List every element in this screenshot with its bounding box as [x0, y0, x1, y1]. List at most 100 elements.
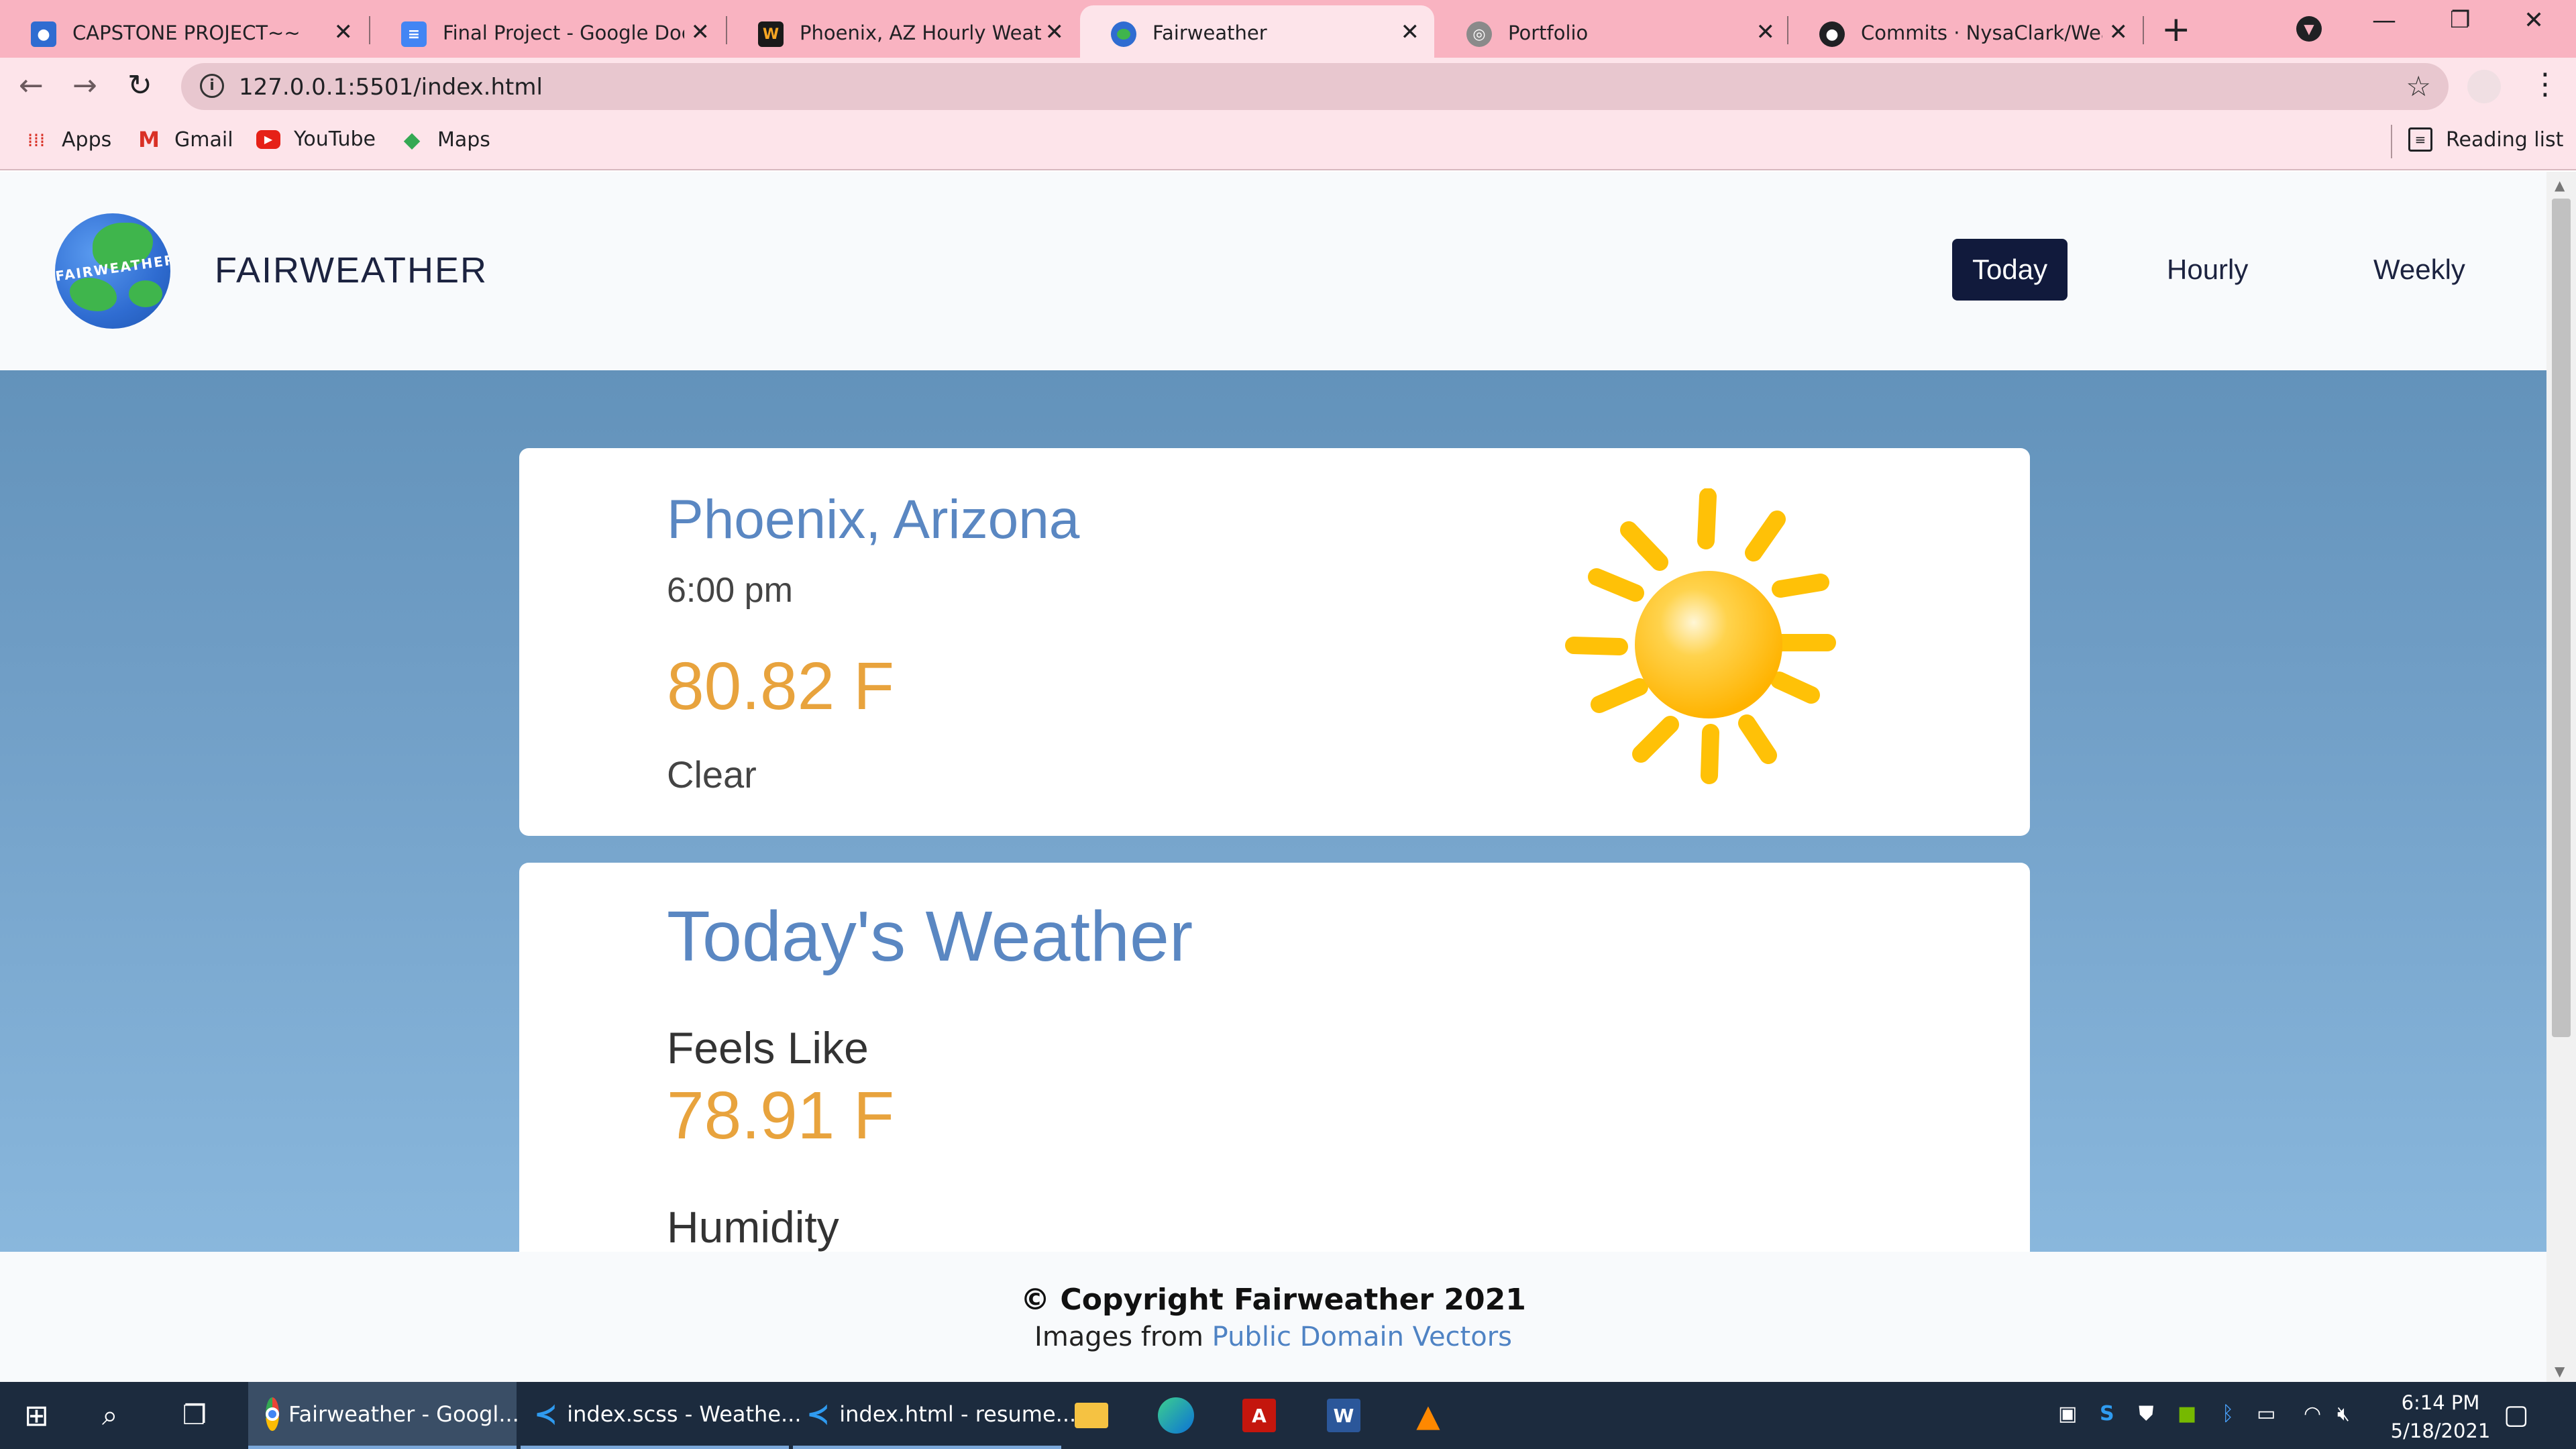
window-close-icon[interactable]: ✕ — [2524, 7, 2544, 34]
tray-skype-icon[interactable]: S — [2100, 1402, 2114, 1426]
clock-time: 6:14 PM — [2401, 1391, 2480, 1414]
taskbar-app-vscode-scss[interactable]: ≺ index.scss - Weathe... — [521, 1382, 802, 1449]
start-button[interactable]: ⊞ — [24, 1382, 49, 1449]
tray-bluetooth-icon[interactable]: ᛒ — [2222, 1402, 2234, 1426]
taskbar-app-label: Fairweather - Googl... — [288, 1401, 519, 1427]
tray-display-icon[interactable]: ▣ — [2058, 1402, 2077, 1426]
search-icon: ⌕ — [102, 1399, 118, 1432]
page-scrollbar[interactable]: ▲ ▼ — [2546, 172, 2576, 1382]
scroll-up-icon[interactable]: ▲ — [2555, 177, 2565, 193]
globe-icon — [1111, 21, 1136, 47]
close-icon[interactable]: ✕ — [1045, 19, 1065, 46]
bookmark-label: Maps — [437, 127, 490, 152]
edge-icon — [1158, 1397, 1194, 1434]
nav-hourly[interactable]: Hourly — [2147, 239, 2268, 301]
site-footer: © Copyright Fairweather 2021 Images from… — [0, 1252, 2546, 1382]
bookmark-divider — [2391, 125, 2392, 158]
tab-title: Phoenix, AZ Hourly Weathe — [800, 21, 1041, 44]
reload-icon[interactable]: ↻ — [127, 68, 152, 103]
scrollbar-thumb[interactable] — [2552, 199, 2571, 1037]
logo-land — [70, 278, 117, 311]
task-view-button[interactable]: ❐ — [182, 1382, 207, 1449]
contacts-icon: ● — [31, 21, 56, 47]
tab-google-docs[interactable]: ≡ Final Project - Google Docs ✕ — [370, 5, 724, 58]
page-viewport: FAIRWEATHER FAIRWEATHER Today Hourly Wee… — [0, 172, 2546, 1382]
close-icon[interactable]: ✕ — [334, 19, 354, 46]
profile-avatar[interactable] — [2467, 70, 2501, 103]
tab-title: Final Project - Google Docs — [443, 21, 684, 44]
notifications-icon[interactable]: ▢ — [2504, 1399, 2529, 1430]
nav-today[interactable]: Today — [1952, 239, 2068, 301]
tray-battery-icon[interactable]: ▭ — [2257, 1402, 2275, 1426]
weather-condition: Clear — [667, 753, 757, 796]
reading-list-icon: ≡ — [2408, 127, 2432, 152]
current-weather-card: Phoenix, Arizona 6:00 pm 80.82 F Clear — [519, 448, 2030, 836]
tray-security-icon[interactable]: ⛊ — [2139, 1402, 2154, 1426]
close-icon[interactable]: ✕ — [2109, 19, 2129, 46]
taskbar-acrobat[interactable]: A — [1242, 1382, 1285, 1449]
close-icon[interactable]: ✕ — [1401, 19, 1420, 46]
close-icon[interactable]: ✕ — [691, 19, 710, 46]
fairweather-logo[interactable]: FAIRWEATHER — [55, 213, 170, 329]
apps-grid-icon: ⁞⁞⁞ — [27, 128, 46, 151]
scroll-down-icon[interactable]: ▼ — [2555, 1363, 2565, 1379]
info-icon[interactable]: i — [200, 74, 224, 98]
tab-divider — [2143, 16, 2144, 44]
maps-icon: ◆ — [403, 127, 421, 152]
tab-github-commits[interactable]: ● Commits · NysaClark/Weath ✕ — [1788, 5, 2143, 58]
image-credit: Images from Public Domain Vectors — [0, 1322, 2546, 1352]
tray-wifi-icon[interactable]: ◠ — [2304, 1402, 2321, 1426]
taskbar-vlc[interactable]: ▲ — [1411, 1382, 1454, 1449]
vscode-icon: ≺ — [534, 1397, 558, 1430]
taskbar-file-explorer[interactable] — [1075, 1382, 1118, 1449]
tab-title: Fairweather — [1152, 21, 1267, 44]
taskbar-word[interactable]: W — [1327, 1382, 1370, 1449]
bookmarks-bar: ⁞⁞⁞ Apps M Gmail ▶ YouTube ◆ Maps ≡ Read… — [0, 117, 2576, 170]
bookmark-gmail[interactable]: M Gmail — [137, 127, 233, 152]
city-name: Phoenix, Arizona — [667, 489, 1080, 550]
more-menu-icon[interactable]: ⋮ — [2530, 67, 2560, 101]
tab-phoenix-hourly[interactable]: W Phoenix, AZ Hourly Weathe ✕ — [727, 5, 1079, 58]
github-icon: ● — [1819, 21, 1845, 47]
copyright-text: © Copyright Fairweather 2021 — [1020, 1283, 1526, 1317]
sun-icon — [1565, 488, 1836, 784]
file-explorer-icon — [1075, 1403, 1108, 1428]
bookmark-youtube[interactable]: ▶ YouTube — [256, 127, 376, 151]
tab-capstone[interactable]: ● CAPSTONE PROJECT~~ ✕ — [0, 5, 368, 58]
back-arrow-icon[interactable]: ← — [19, 68, 44, 103]
bookmark-maps[interactable]: ◆ Maps — [400, 127, 490, 152]
bookmark-star-icon[interactable]: ☆ — [2406, 70, 2431, 103]
current-time: 6:00 pm — [667, 571, 793, 610]
new-tab-plus-icon[interactable]: + — [2161, 9, 2191, 50]
tray-volume-muted-icon[interactable]: 🔇︎ — [2337, 1402, 2350, 1426]
bookmark-label: Apps — [62, 127, 112, 152]
minimize-icon[interactable]: — — [2372, 7, 2396, 34]
section-title: Today's Weather — [667, 897, 1193, 976]
tab-portfolio[interactable]: ◎ Portfolio ✕ — [1436, 5, 1790, 58]
address-bar[interactable]: i 127.0.0.1:5501/index.html ☆ — [181, 63, 2449, 110]
close-icon[interactable]: ✕ — [1756, 19, 1776, 46]
web-icon: ◎ — [1466, 21, 1492, 47]
restore-icon[interactable]: ❐ — [2450, 7, 2470, 34]
url-text[interactable]: 127.0.0.1:5501/index.html — [239, 74, 543, 101]
taskbar-app-chrome[interactable]: Fairweather - Googl... — [248, 1382, 519, 1449]
youtube-icon: ▶ — [256, 129, 280, 149]
taskbar-edge[interactable] — [1158, 1382, 1203, 1449]
forward-arrow-icon[interactable]: → — [72, 68, 97, 103]
clock-date: 5/18/2021 — [2390, 1419, 2491, 1442]
taskbar-app-vscode-html[interactable]: ≺ index.html - resume... — [793, 1382, 1076, 1449]
image-credit-prefix: Images from — [1034, 1322, 1212, 1352]
reading-list-button[interactable]: ≡ Reading list — [2408, 127, 2563, 152]
tab-fairweather[interactable]: Fairweather ✕ — [1080, 5, 1434, 58]
tray-nvidia-icon[interactable]: ■ — [2178, 1402, 2196, 1426]
public-domain-vectors-link[interactable]: Public Domain Vectors — [1212, 1322, 1512, 1352]
tab-search-chevron-icon[interactable]: ▼ — [2296, 16, 2322, 42]
taskbar-clock[interactable]: 6:14 PM 5/18/2021 — [2380, 1389, 2501, 1445]
tab-title: CAPSTONE PROJECT~~ — [72, 21, 301, 44]
browser-tab-strip: ● CAPSTONE PROJECT~~ ✕ ≡ Final Project -… — [0, 0, 2576, 58]
bookmark-apps[interactable]: ⁞⁞⁞ Apps — [24, 127, 112, 152]
brand-name[interactable]: FAIRWEATHER — [215, 250, 488, 291]
search-button[interactable]: ⌕ — [102, 1382, 118, 1449]
weather-site-icon: W — [758, 21, 784, 47]
nav-weekly[interactable]: Weekly — [2353, 239, 2485, 301]
